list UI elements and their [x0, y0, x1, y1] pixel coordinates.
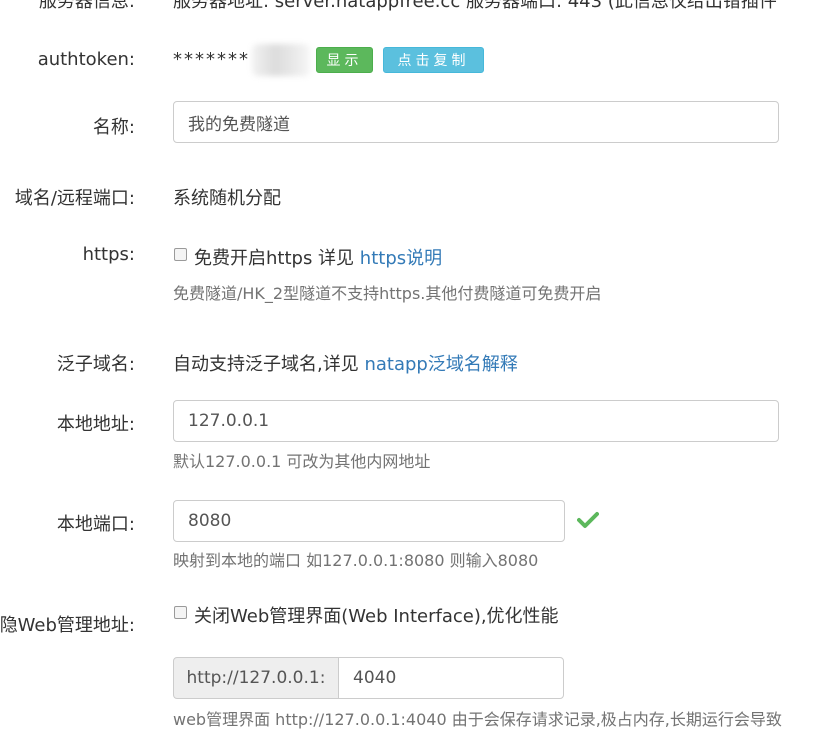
web-label: 隐Web管理地址:	[0, 615, 135, 636]
web-disable-checkbox[interactable]	[174, 606, 187, 619]
show-token-button[interactable]: 显示	[316, 47, 373, 73]
https-checkbox[interactable]	[174, 248, 187, 261]
authtoken-blur	[252, 44, 310, 76]
web-addr-prefix: http://127.0.0.1:	[173, 657, 339, 699]
https-help-link[interactable]: https说明	[360, 248, 442, 269]
web-help-text: web管理界面 http://127.0.0.1:4040 由于会保存请求记录,…	[173, 710, 782, 729]
copy-token-button[interactable]: 点击复制	[383, 47, 484, 73]
local-addr-help: 默认127.0.0.1 可改为其他内网地址	[173, 452, 431, 471]
web-disable-text: 关闭Web管理界面(Web Interface),优化性能	[194, 606, 559, 627]
https-checkbox-label: 免费开启https 详见	[194, 248, 355, 269]
https-label: https:	[82, 244, 135, 265]
wildcard-text: 自动支持泛子域名,详见	[173, 354, 359, 375]
local-addr-label: 本地地址:	[56, 414, 135, 435]
server-info-label: 服务器信息:	[38, 0, 135, 12]
wildcard-label: 泛子域名:	[56, 354, 135, 375]
wildcard-text-wrap: 自动支持泛子域名,详见 natapp泛域名解释	[173, 350, 518, 376]
server-info-text: 服务器地址: server.natappfree.cc 服务器端口: 443 (…	[173, 0, 777, 12]
local-addr-input[interactable]	[173, 400, 779, 442]
local-port-input[interactable]	[173, 500, 565, 542]
authtoken-label: authtoken:	[37, 49, 135, 70]
https-checkbox-text: 免费开启https 详见 https说明	[194, 244, 442, 270]
tunnel-name-input[interactable]	[173, 101, 779, 143]
web-port-input[interactable]	[338, 657, 564, 699]
local-port-label: 本地端口:	[56, 514, 135, 535]
wildcard-help-link[interactable]: natapp泛域名解释	[364, 354, 517, 375]
domain-label: 域名/远程端口:	[14, 188, 135, 209]
https-help-text: 免费隧道/HK_2型隧道不支持https.其他付费隧道可免费开启	[173, 284, 602, 303]
local-port-help: 映射到本地的端口 如127.0.0.1:8080 则输入8080	[173, 551, 539, 570]
domain-value: 系统随机分配	[173, 188, 281, 209]
name-label: 名称:	[92, 117, 135, 138]
valid-check-icon	[577, 512, 599, 528]
authtoken-masked: *******	[173, 49, 250, 70]
